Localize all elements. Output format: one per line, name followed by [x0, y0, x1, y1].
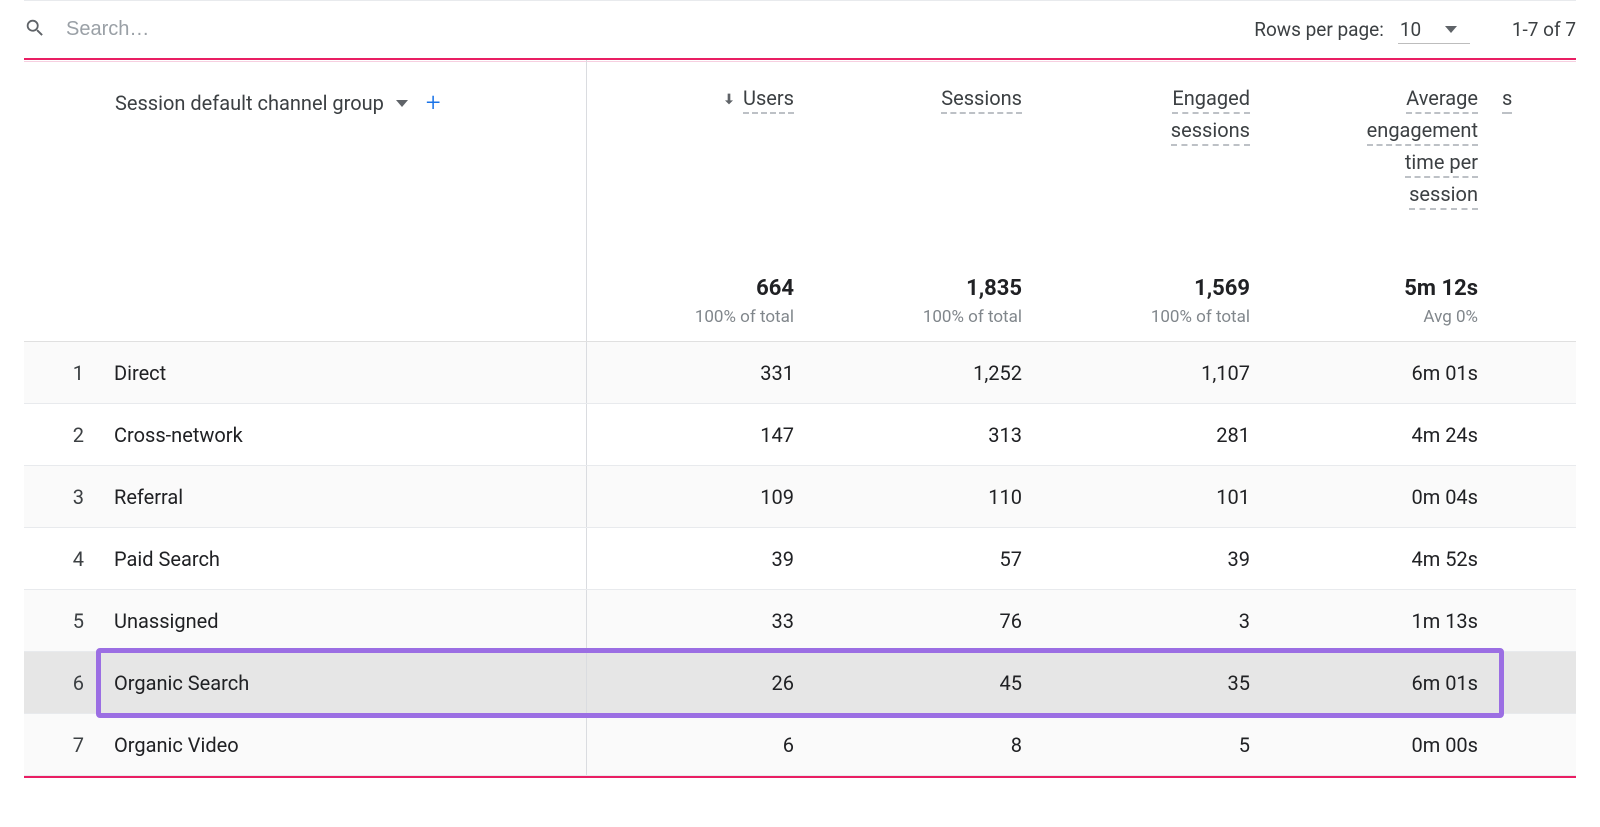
row-index: 7	[24, 714, 102, 776]
total-engaged-sub: 100% of total	[1043, 307, 1250, 327]
total-sessions: 1,835	[815, 276, 1022, 301]
row-engaged: 3	[1042, 590, 1270, 652]
row-sessions: 8	[814, 714, 1042, 776]
table-row[interactable]: 7Organic Video6850m 00s	[24, 714, 1576, 776]
row-index: 6	[24, 652, 102, 714]
total-sessions-sub: 100% of total	[815, 307, 1022, 327]
row-avg: 6m 01s	[1270, 342, 1498, 404]
table-toolbar: Rows per page: 10 1-7 of 7	[24, 0, 1576, 60]
row-avg: 4m 52s	[1270, 528, 1498, 590]
column-header-engaged-sessions[interactable]: Engaged sessions	[1042, 60, 1270, 224]
row-channel[interactable]: Paid Search	[102, 528, 586, 590]
row-sessions: 76	[814, 590, 1042, 652]
rows-per-page-value: 10	[1400, 18, 1421, 41]
row-sessions: 313	[814, 404, 1042, 466]
add-dimension-button[interactable]: +	[420, 86, 447, 120]
row-engaged: 39	[1042, 528, 1270, 590]
row-users: 147	[586, 404, 814, 466]
row-index: 3	[24, 466, 102, 528]
row-sessions: 45	[814, 652, 1042, 714]
table-row[interactable]: 1Direct3311,2521,1076m 01s	[24, 342, 1576, 404]
table-row[interactable]: 5Unassigned337631m 13s	[24, 590, 1576, 652]
table-bottom-divider	[24, 776, 1576, 778]
chevron-down-icon	[396, 100, 408, 107]
row-users: 39	[586, 528, 814, 590]
table-row[interactable]: 2Cross-network1473132814m 24s	[24, 404, 1576, 466]
total-users-sub: 100% of total	[588, 307, 795, 327]
row-engaged: 281	[1042, 404, 1270, 466]
row-users: 331	[586, 342, 814, 404]
row-engaged: 5	[1042, 714, 1270, 776]
row-engaged: 101	[1042, 466, 1270, 528]
row-avg: 4m 24s	[1270, 404, 1498, 466]
row-users: 26	[586, 652, 814, 714]
pagination-range: 1-7 of 7	[1512, 18, 1576, 41]
table-row[interactable]: 3Referral1091101010m 04s	[24, 466, 1576, 528]
row-users: 6	[586, 714, 814, 776]
total-users: 664	[588, 276, 795, 301]
row-sessions: 57	[814, 528, 1042, 590]
row-sessions: 1,252	[814, 342, 1042, 404]
table-row[interactable]: 4Paid Search3957394m 52s	[24, 528, 1576, 590]
row-channel[interactable]: Unassigned	[102, 590, 586, 652]
row-avg: 0m 04s	[1270, 466, 1498, 528]
dimension-picker[interactable]: Session default channel group	[115, 91, 384, 115]
row-channel[interactable]: Organic Video	[102, 714, 586, 776]
search-input[interactable]	[64, 17, 464, 42]
row-sessions: 110	[814, 466, 1042, 528]
row-index: 1	[24, 342, 102, 404]
rows-per-page-select[interactable]: 10	[1398, 16, 1470, 44]
column-header-avg-engagement[interactable]: Average engagement time per session	[1270, 60, 1498, 224]
report-table: Session default channel group + Users Se…	[24, 60, 1576, 776]
row-index: 2	[24, 404, 102, 466]
row-channel[interactable]: Direct	[102, 342, 586, 404]
chevron-down-icon	[1445, 26, 1457, 33]
rows-per-page-label: Rows per page:	[1254, 18, 1384, 41]
row-index: 5	[24, 590, 102, 652]
row-channel[interactable]: Organic Search	[102, 652, 586, 714]
row-avg: 1m 13s	[1270, 590, 1498, 652]
column-header-truncated[interactable]: s	[1498, 60, 1576, 224]
row-users: 109	[586, 466, 814, 528]
column-header-users[interactable]: Users	[586, 60, 814, 224]
row-avg: 6m 01s	[1270, 652, 1498, 714]
row-engaged: 35	[1042, 652, 1270, 714]
row-index: 4	[24, 528, 102, 590]
totals-row: 664 100% of total 1,835 100% of total 1,…	[24, 224, 1576, 342]
row-engaged: 1,107	[1042, 342, 1270, 404]
column-header-sessions[interactable]: Sessions	[814, 60, 1042, 224]
row-users: 33	[586, 590, 814, 652]
total-engaged: 1,569	[1043, 276, 1250, 301]
row-channel[interactable]: Referral	[102, 466, 586, 528]
arrow-down-icon	[721, 91, 737, 111]
search-icon	[24, 17, 46, 43]
row-channel[interactable]: Cross-network	[102, 404, 586, 466]
total-avg-sub: Avg 0%	[1271, 307, 1478, 327]
total-avg: 5m 12s	[1271, 276, 1478, 301]
table-row[interactable]: 6Organic Search2645356m 01s	[24, 652, 1576, 714]
row-avg: 0m 00s	[1270, 714, 1498, 776]
